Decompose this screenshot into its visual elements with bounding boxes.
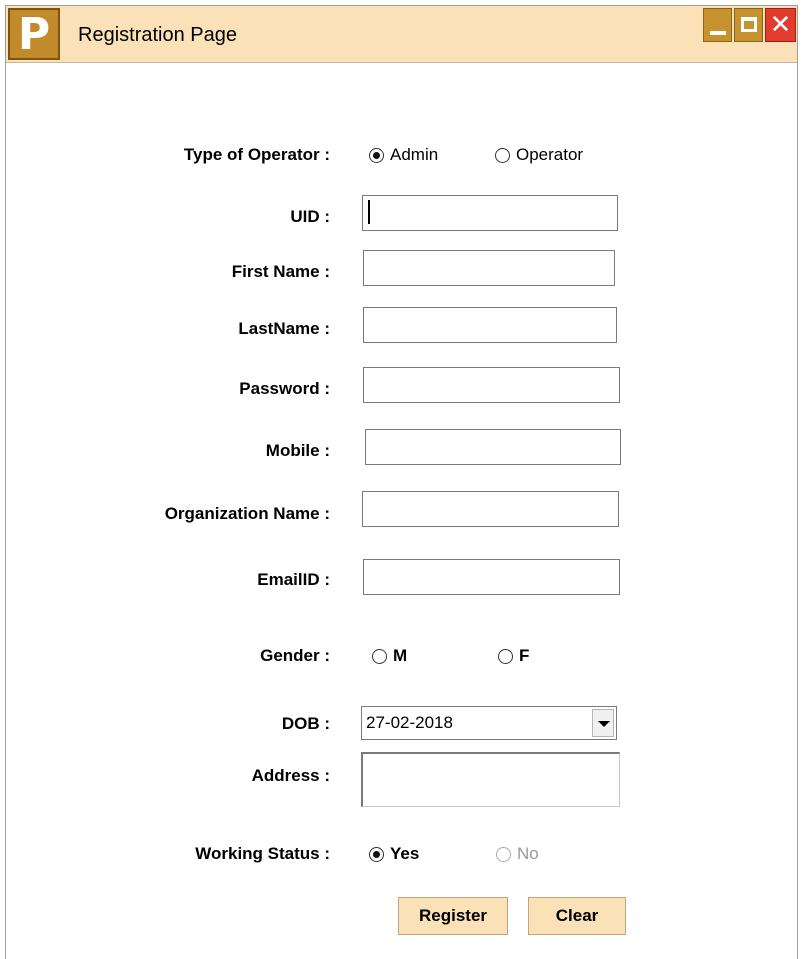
address-textarea[interactable] xyxy=(361,752,620,807)
window-title: Registration Page xyxy=(78,24,237,46)
radio-gender-m-indicator[interactable] xyxy=(372,648,387,664)
radio-working-yes-indicator[interactable] xyxy=(369,846,384,862)
password-input[interactable] xyxy=(363,367,620,403)
last-name-label: LastName : xyxy=(238,319,330,338)
minimize-icon xyxy=(710,31,726,35)
uid-label: UID : xyxy=(290,207,330,226)
gender-label: Gender : xyxy=(260,646,330,665)
radio-admin-indicator[interactable] xyxy=(369,147,384,163)
dob-value: 27-02-2018 xyxy=(366,713,453,732)
organization-name-label: Organization Name : xyxy=(164,504,330,523)
maximize-button[interactable] xyxy=(734,8,763,42)
first-name-input[interactable] xyxy=(363,250,615,286)
title-bar[interactable]: P Registration Page ✕ xyxy=(6,6,797,63)
maximize-icon xyxy=(741,17,757,32)
password-label: Password : xyxy=(239,379,330,398)
working-status-label: Working Status : xyxy=(195,844,330,863)
dob-label: DOB : xyxy=(281,714,330,733)
operator-type-label: Type of Operator : xyxy=(183,145,330,164)
address-label: Address : xyxy=(251,766,330,785)
mobile-label: Mobile : xyxy=(265,441,330,460)
radio-gender-f-indicator[interactable] xyxy=(498,648,513,664)
radio-working-yes[interactable]: Yes xyxy=(369,844,419,864)
close-button[interactable]: ✕ xyxy=(765,8,796,42)
text-caret xyxy=(368,200,370,224)
dob-select[interactable]: 27-02-2018 xyxy=(361,706,617,740)
radio-admin-label: Admin xyxy=(390,145,439,164)
chevron-down-icon[interactable] xyxy=(592,709,614,737)
radio-admin[interactable]: Admin xyxy=(369,145,438,165)
close-icon: ✕ xyxy=(769,10,792,40)
radio-gender-m-label: M xyxy=(393,646,408,665)
radio-gender-f[interactable]: F xyxy=(498,646,529,666)
radio-operator-label: Operator xyxy=(516,145,584,164)
radio-working-no-indicator[interactable] xyxy=(496,846,511,862)
radio-working-no[interactable]: No xyxy=(496,844,539,864)
radio-working-no-label: No xyxy=(517,844,539,863)
last-name-input[interactable] xyxy=(363,307,617,343)
email-label: EmailID : xyxy=(257,570,330,589)
radio-working-yes-label: Yes xyxy=(390,844,420,863)
email-input[interactable] xyxy=(363,559,620,595)
register-button[interactable]: Register xyxy=(398,897,508,935)
radio-operator[interactable]: Operator xyxy=(495,145,583,165)
first-name-label: First Name : xyxy=(231,262,330,281)
radio-operator-indicator[interactable] xyxy=(495,147,510,163)
minimize-button[interactable] xyxy=(703,8,732,42)
uid-input[interactable] xyxy=(362,195,618,231)
mobile-input[interactable] xyxy=(365,429,621,465)
radio-gender-f-label: F xyxy=(519,646,530,665)
clear-button[interactable]: Clear xyxy=(528,897,626,935)
radio-gender-m[interactable]: M xyxy=(372,646,407,666)
organization-name-input[interactable] xyxy=(362,491,619,527)
app-icon: P xyxy=(8,8,60,60)
